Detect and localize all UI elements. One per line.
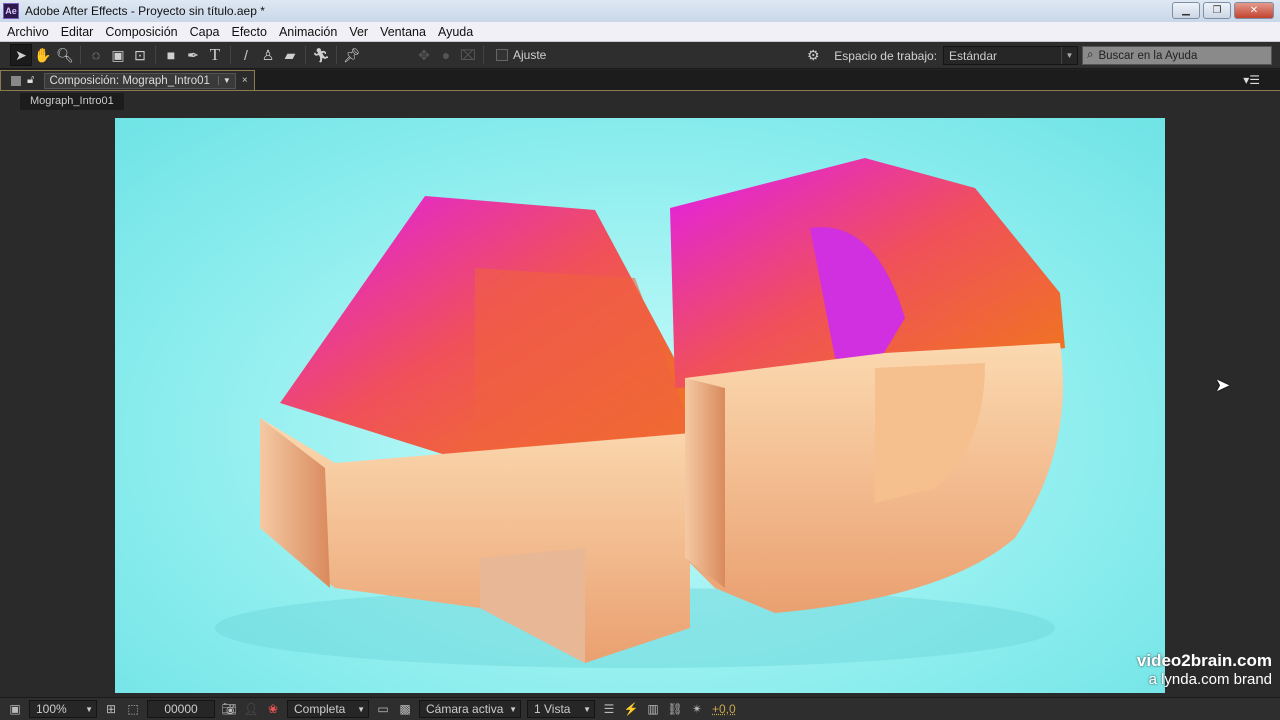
text-tool-icon[interactable]: T bbox=[204, 44, 226, 66]
fast-preview-icon[interactable]: ⚡ bbox=[621, 700, 641, 718]
watermark: video2brain.com a lynda.com brand bbox=[1137, 651, 1272, 688]
magnification-value: 100% bbox=[36, 702, 67, 716]
composition-panel-header: 🔓︎ Composición: Mograph_Intro01 ▼ × ▾☰ bbox=[0, 70, 1280, 90]
reset-exposure-icon[interactable]: ✴ bbox=[687, 700, 707, 718]
view-layout-select[interactable]: 1 Vista ▼ bbox=[527, 700, 595, 718]
workspace-settings-icon[interactable]: ⚙ bbox=[798, 45, 828, 67]
toggle-pixel-aspect-icon[interactable]: ☰ bbox=[599, 700, 619, 718]
axis-view-icon[interactable]: ⌧ bbox=[457, 44, 479, 66]
chevron-down-icon: ▼ bbox=[357, 704, 365, 714]
restore-button[interactable]: ❐ bbox=[1203, 2, 1231, 19]
timecode-value: 00000 bbox=[164, 702, 198, 716]
lock-icon[interactable]: 🔓︎ bbox=[27, 74, 34, 87]
workspace-value: Estándar bbox=[949, 48, 998, 63]
composition-dropdown[interactable]: Composición: Mograph_Intro01 ▼ bbox=[44, 72, 236, 89]
watermark-line1: video2brain.com bbox=[1136, 651, 1272, 670]
color-channels-icon[interactable]: ❀ bbox=[263, 700, 283, 718]
rectangle-tool-icon[interactable]: ■ bbox=[160, 44, 182, 66]
close-button[interactable]: ✕ bbox=[1234, 2, 1274, 19]
menu-capa[interactable]: Capa bbox=[185, 25, 225, 39]
help-search-input[interactable]: ⌕ Buscar en la Ayuda bbox=[1082, 46, 1272, 65]
checkerboard-icon[interactable]: ▩ bbox=[395, 700, 415, 718]
hand-tool-icon[interactable]: ✋ bbox=[32, 44, 54, 66]
pan-behind-tool-icon[interactable]: ⊡ bbox=[129, 44, 151, 66]
chevron-down-icon: ▼ bbox=[509, 704, 517, 714]
camera-tool-icon[interactable]: ▣ bbox=[107, 44, 129, 66]
workspace-label: Espacio de trabajo: bbox=[834, 48, 937, 63]
viewer-controls: ▣ 100% ▼ ⊞ ⬚ 00000 📷︎ 👤︎ ❀ Completa ▼ ▭ … bbox=[0, 697, 1280, 720]
transparency-grid-icon[interactable]: ⬚ bbox=[123, 700, 143, 718]
fast-previews-icon[interactable]: ▭ bbox=[373, 700, 393, 718]
exposure-value[interactable]: +0,0 bbox=[712, 702, 736, 716]
timeline-icon[interactable]: ▥ bbox=[643, 700, 663, 718]
menu-archivo[interactable]: Archivo bbox=[2, 25, 54, 39]
snap-checkbox[interactable] bbox=[496, 49, 508, 61]
magnification-select[interactable]: 100% ▼ bbox=[29, 700, 97, 718]
resolution-select[interactable]: Completa ▼ bbox=[287, 700, 369, 718]
menu-ventana[interactable]: Ventana bbox=[375, 25, 431, 39]
rotate-tool-icon[interactable]: ◌ bbox=[85, 44, 107, 66]
timecode-field[interactable]: 00000 bbox=[147, 700, 215, 718]
camera-select[interactable]: Cámara activa ▼ bbox=[419, 700, 521, 718]
always-preview-icon[interactable]: ▣ bbox=[5, 700, 25, 718]
chevron-down-icon: ▼ bbox=[583, 704, 591, 714]
workspace-select[interactable]: Estándar ▼ bbox=[943, 46, 1078, 65]
render-4d-logo bbox=[215, 158, 1065, 668]
panel-menu-icon[interactable]: ▾☰ bbox=[1243, 73, 1260, 87]
menu-ver[interactable]: Ver bbox=[344, 25, 373, 39]
tab-composition[interactable]: 🔓︎ Composición: Mograph_Intro01 ▼ × bbox=[0, 70, 255, 90]
mouse-cursor-icon: ➤ bbox=[1215, 375, 1231, 395]
pen-tool-icon[interactable]: ✒ bbox=[182, 44, 204, 66]
axis-local-icon[interactable]: ✥ bbox=[413, 44, 435, 66]
menu-animacion[interactable]: Animación bbox=[274, 25, 342, 39]
resolution-value: Completa bbox=[294, 702, 346, 716]
menu-ayuda[interactable]: Ayuda bbox=[433, 25, 478, 39]
snapshot-camera-icon[interactable]: 📷︎ bbox=[219, 700, 239, 718]
panel-grip-icon bbox=[11, 75, 21, 86]
minimize-button[interactable]: ▁ bbox=[1172, 2, 1200, 19]
menu-composicion[interactable]: Composición bbox=[100, 25, 182, 39]
chevron-down-icon: ▼ bbox=[217, 76, 231, 85]
show-snapshot-icon[interactable]: 👤︎ bbox=[241, 700, 261, 718]
help-search-placeholder: Buscar en la Ayuda bbox=[1098, 49, 1198, 62]
clone-stamp-tool-icon[interactable]: ♙ bbox=[257, 44, 279, 66]
app-logo: Ae bbox=[3, 3, 19, 19]
tools-panel: ➤ ✋ 🔍︎ ◌ ▣ ⊡ ■ ✒ T / ♙ ▰ 🏃︎ 📌︎ ✥ ● ⌧ Aju… bbox=[0, 42, 1280, 69]
flowchart-icon[interactable]: ⛓ bbox=[665, 700, 685, 718]
axis-world-icon[interactable]: ● bbox=[435, 44, 457, 66]
roto-brush-tool-icon[interactable]: 🏃︎ bbox=[310, 44, 332, 66]
region-of-interest-icon[interactable]: ⊞ bbox=[101, 700, 121, 718]
chevron-down-icon: ▼ bbox=[1061, 47, 1077, 64]
view-layout-value: 1 Vista bbox=[534, 702, 571, 716]
composition-viewer[interactable] bbox=[115, 118, 1165, 693]
composition-tab-label: Composición: Mograph_Intro01 bbox=[49, 74, 210, 87]
composition-panel: Mograph_Intro01 video2brain.com a lynda.… bbox=[0, 90, 1280, 697]
selection-tool-icon[interactable]: ➤ bbox=[10, 44, 32, 66]
watermark-line2: a lynda.com brand bbox=[1148, 671, 1272, 688]
brush-tool-icon[interactable]: / bbox=[235, 44, 257, 66]
zoom-tool-icon[interactable]: 🔍︎ bbox=[54, 44, 76, 66]
search-icon: ⌕ bbox=[1087, 49, 1094, 61]
snap-label: Ajuste bbox=[513, 48, 547, 62]
menu-efecto[interactable]: Efecto bbox=[227, 25, 272, 39]
menu-editar[interactable]: Editar bbox=[56, 25, 99, 39]
title-bar: Ae Adobe After Effects - Proyecto sin tí… bbox=[0, 0, 1280, 22]
composition-breadcrumb[interactable]: Mograph_Intro01 bbox=[20, 93, 124, 110]
close-tab-icon[interactable]: × bbox=[242, 75, 248, 86]
menu-bar: Archivo Editar Composición Capa Efecto A… bbox=[0, 22, 1280, 42]
chevron-down-icon: ▼ bbox=[85, 704, 93, 714]
eraser-tool-icon[interactable]: ▰ bbox=[279, 44, 301, 66]
camera-value: Cámara activa bbox=[426, 702, 504, 716]
window-title: Adobe After Effects - Proyecto sin títul… bbox=[25, 4, 265, 18]
puppet-pin-tool-icon[interactable]: 📌︎ bbox=[341, 44, 363, 66]
